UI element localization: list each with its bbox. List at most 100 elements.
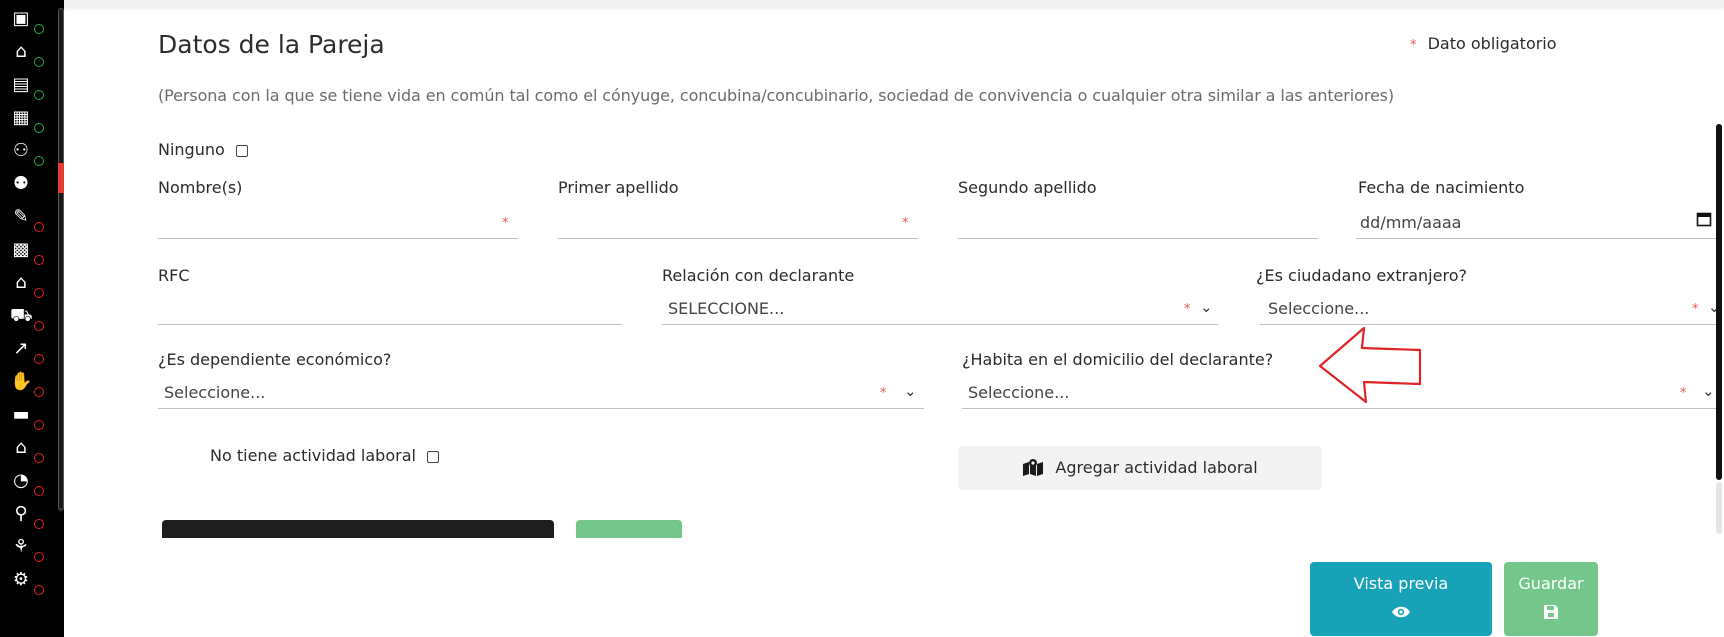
no-actividad-option: No tiene actividad laboral	[210, 446, 440, 465]
sidebar-item[interactable]: ⚇	[0, 136, 44, 169]
segundo-apellido-label: Segundo apellido	[958, 178, 1097, 197]
sidebar-item[interactable]: ◔	[0, 466, 44, 499]
status-ok-icon	[34, 156, 44, 166]
chevron-down-icon: ⌄	[1200, 298, 1213, 316]
extranjero-label: ¿Es ciudadano extranjero?	[1256, 266, 1467, 285]
required-note: * Dato obligatorio	[1410, 34, 1557, 53]
required-star: *	[880, 386, 887, 401]
status-ok-icon	[34, 90, 44, 100]
status-error-icon	[34, 486, 44, 496]
sidebar-icon-list: ▣ ⌂ ▤ ▦ ⚇ ⚉ ✎ ▩ ⌂ ⛟ ↗ ✋ ▬ ⌂ ◔ ⚲ ⚘ ⚙	[0, 4, 44, 598]
status-ok-icon	[34, 123, 44, 133]
status-error-icon	[34, 453, 44, 463]
required-star: *	[902, 216, 909, 231]
rfc-label: RFC	[158, 266, 190, 285]
status-error-icon	[34, 552, 44, 562]
fecha-nacimiento-label: Fecha de nacimiento	[1358, 178, 1525, 197]
sidebar-item[interactable]: ↗	[0, 334, 44, 367]
status-error-icon	[34, 255, 44, 265]
sidebar-item[interactable]: ⚘	[0, 532, 44, 565]
relacion-selected-value: SELECCIONE...	[668, 299, 785, 318]
network-user-icon: ⚇	[12, 140, 30, 161]
no-actividad-checkbox[interactable]	[427, 450, 440, 463]
sidebar-item[interactable]: ⌂	[0, 433, 44, 466]
partial-dark-button[interactable]	[162, 520, 554, 538]
dependiente-select[interactable]: Seleccione... * ⌄	[158, 378, 924, 409]
sidebar-item[interactable]: ▩	[0, 235, 44, 268]
eye-icon	[1310, 604, 1492, 623]
map-marker-icon	[1023, 459, 1044, 476]
status-error-icon	[34, 387, 44, 397]
group-globe-icon: ⚘	[12, 536, 30, 557]
status-error-icon	[34, 519, 44, 529]
sidebar-active-indicator	[58, 163, 64, 193]
form-edit-icon: ✎	[13, 206, 29, 227]
segundo-apellido-input[interactable]	[958, 208, 1318, 239]
ninguno-checkbox[interactable]	[235, 144, 248, 157]
sidebar-item[interactable]: ⌂	[0, 37, 44, 70]
agregar-actividad-label: Agregar actividad laboral	[1055, 458, 1258, 477]
dependiente-label: ¿Es dependiente económico?	[158, 350, 392, 369]
id-card-icon: ▣	[12, 8, 30, 29]
sidebar-item[interactable]: ▣	[0, 4, 44, 37]
group-hierarchy-icon: ⚙	[12, 569, 30, 590]
fecha-nacimiento-input[interactable]: dd/mm/aaaa	[1356, 208, 1716, 239]
sidebar-scrollbar-thumb[interactable]	[58, 8, 64, 510]
fecha-nacimiento-placeholder: dd/mm/aaaa	[1360, 213, 1462, 232]
floppy-disk-icon	[1504, 604, 1598, 624]
required-star: *	[1692, 302, 1699, 317]
org-chart-icon: ⚲	[14, 503, 28, 524]
status-error-icon	[34, 585, 44, 595]
status-ok-icon	[34, 24, 44, 34]
sidebar-item[interactable]: ▦	[0, 103, 44, 136]
dependiente-selected-value: Seleccione...	[164, 383, 266, 402]
status-error-icon	[34, 222, 44, 232]
status-error-icon	[34, 420, 44, 430]
preview-button[interactable]: Vista previa	[1310, 562, 1492, 636]
nombre-label: Nombre(s)	[158, 178, 243, 197]
sidebar-item[interactable]: ▬	[0, 400, 44, 433]
agregar-actividad-button[interactable]: Agregar actividad laboral	[958, 446, 1322, 490]
pie-chart-icon: ◔	[13, 470, 29, 491]
car-icon: ⛟	[10, 305, 33, 326]
house-icon: ⌂	[15, 272, 27, 293]
sidebar-item[interactable]: ⚲	[0, 499, 44, 532]
ninguno-option: Ninguno	[158, 140, 248, 159]
ninguno-label: Ninguno	[158, 140, 225, 159]
couple-icon: ⚉	[12, 173, 30, 194]
hand-money-icon: ✋	[10, 371, 33, 392]
chevron-down-icon: ⌄	[904, 382, 917, 400]
document-user-icon: ▤	[12, 74, 30, 95]
sidebar-item[interactable]: ✋	[0, 367, 44, 400]
relacion-label: Relación con declarante	[662, 266, 855, 285]
house-money-icon: ⌂	[15, 437, 27, 458]
page-scrollbar-track[interactable]	[1716, 482, 1722, 534]
top-bar	[64, 0, 1724, 8]
page-title: Datos de la Pareja	[158, 30, 385, 59]
extranjero-select[interactable]: Seleccione... * ⌄	[1260, 294, 1721, 325]
rfc-input[interactable]	[158, 294, 622, 325]
nombre-input[interactable]: *	[158, 208, 518, 239]
required-note-text: Dato obligatorio	[1427, 34, 1557, 53]
sidebar-item[interactable]: ▤	[0, 70, 44, 103]
relacion-select[interactable]: SELECCIONE... * ⌄	[662, 294, 1218, 325]
section-description: (Persona con la que se tiene vida en com…	[158, 86, 1395, 105]
calendar-icon[interactable]	[1696, 211, 1712, 227]
preview-button-label: Vista previa	[1353, 574, 1449, 593]
save-button[interactable]: Guardar	[1504, 562, 1598, 636]
page-scrollbar-thumb[interactable]	[1716, 124, 1722, 480]
sidebar-scrollbar[interactable]	[58, 8, 64, 512]
home-info-icon: ⌂	[15, 41, 27, 62]
sidebar-item[interactable]: ✎	[0, 202, 44, 235]
chart-line-icon: ↗	[13, 338, 29, 359]
partial-green-button[interactable]	[576, 520, 682, 538]
primer-apellido-input[interactable]: *	[558, 208, 918, 239]
extranjero-selected-value: Seleccione...	[1268, 299, 1370, 318]
sidebar-item[interactable]: ⛟	[0, 301, 44, 334]
chevron-down-icon: ⌄	[1702, 382, 1715, 400]
sidebar-item[interactable]: ⚉	[0, 169, 44, 202]
card-payment-icon: ▬	[12, 404, 30, 425]
habita-label: ¿Habita en el domicilio del declarante?	[962, 350, 1274, 369]
sidebar-item[interactable]: ⚙	[0, 565, 44, 598]
sidebar-item[interactable]: ⌂	[0, 268, 44, 301]
